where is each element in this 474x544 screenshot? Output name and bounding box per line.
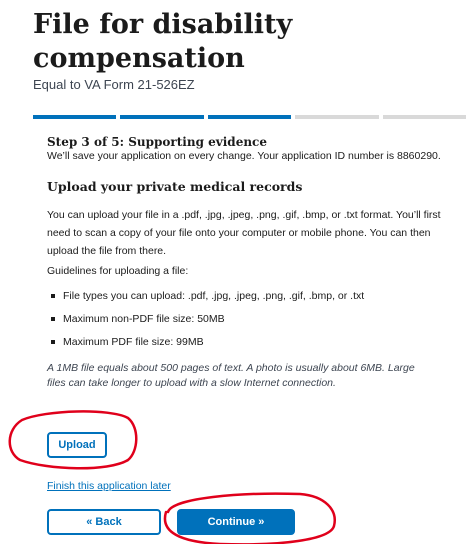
progress-segment-2 bbox=[120, 115, 204, 119]
progress-segment-5 bbox=[382, 115, 467, 119]
list-item: Maximum non-PDF file size: 50MB bbox=[47, 313, 364, 326]
file-size-note: A 1MB file equals about 500 pages of tex… bbox=[47, 362, 415, 389]
form-subtitle: Equal to VA Form 21-526EZ bbox=[33, 77, 195, 92]
back-button[interactable]: « Back bbox=[47, 509, 161, 535]
progress-segment-4 bbox=[295, 115, 379, 119]
progress-segment-1 bbox=[33, 115, 117, 119]
guidelines-list: File types you can upload: .pdf, .jpg, .… bbox=[47, 290, 364, 359]
progress-segment-3 bbox=[207, 115, 292, 119]
page-title: File for disability compensation bbox=[33, 9, 293, 74]
guidelines-label: Guidelines for uploading a file: bbox=[47, 265, 189, 277]
finish-later-link[interactable]: Finish this application later bbox=[47, 480, 171, 492]
section-title: Upload your private medical records bbox=[47, 179, 303, 194]
continue-button[interactable]: Continue » bbox=[177, 509, 295, 535]
upload-button[interactable]: Upload bbox=[47, 432, 107, 458]
list-item: File types you can upload: .pdf, .jpg, .… bbox=[47, 290, 364, 303]
progress-bar bbox=[33, 115, 467, 119]
save-note: We’ll save your application on every cha… bbox=[47, 150, 441, 162]
upload-intro-text: You can upload your file in a .pdf, .jpg… bbox=[47, 209, 441, 257]
list-item: Maximum PDF file size: 99MB bbox=[47, 336, 364, 349]
step-title: Step 3 of 5: Supporting evidence bbox=[47, 135, 267, 149]
